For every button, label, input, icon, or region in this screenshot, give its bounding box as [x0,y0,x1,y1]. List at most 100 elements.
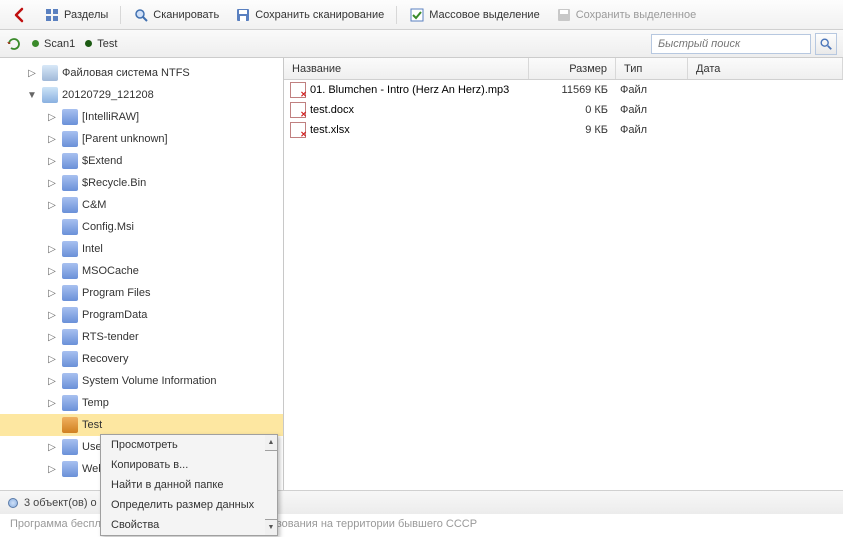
quick-search-input[interactable] [651,34,811,54]
back-button[interactable] [6,4,34,26]
folder-icon [62,307,78,323]
search-button[interactable] [815,33,837,55]
refresh-icon[interactable] [6,36,22,52]
tree-item[interactable]: ▷ RTS-tender [0,326,283,348]
arrow-left-icon [12,7,28,23]
tree-item[interactable]: ▷ $Recycle.Bin [0,172,283,194]
folder-icon [62,329,78,345]
tree-item[interactable]: ▷ Intel [0,238,283,260]
tab-status-dot-icon [85,40,92,47]
tab-test[interactable]: Test [85,38,117,50]
file-row[interactable]: 01. Blumchen - Intro (Herz An Herz).mp31… [284,80,843,100]
tree-item-label: $Extend [82,155,122,167]
folder-icon [62,197,78,213]
file-type: Файл [616,84,688,96]
tree-expander-icon[interactable]: ▷ [46,200,58,211]
tree-expander-icon[interactable]: ▷ [46,112,58,123]
file-icon [290,82,306,98]
tree-item[interactable]: ▷Program Files [0,282,283,304]
tree-item-label: Intel [82,243,103,255]
tree-item[interactable]: ▷ Recovery [0,348,283,370]
context-menu-item[interactable]: Определить размер данных [101,495,277,515]
tree-item-label: Recovery [82,353,128,365]
folder-icon [62,373,78,389]
tree-expander-icon[interactable]: ▼ [26,90,38,101]
main-toolbar: Разделы Сканировать Сохранить сканирован… [0,0,843,30]
file-pane: Название Размер Тип Дата 01. Blumchen - … [284,58,843,490]
context-menu-item[interactable]: Копировать в... [101,455,277,475]
tree-expander-icon[interactable]: ▷ [46,134,58,145]
tree-item[interactable]: ▷ProgramData [0,304,283,326]
tree-item-label: $Recycle.Bin [82,177,146,189]
context-menu-item[interactable]: Просмотреть [101,435,277,455]
tree-expander-icon[interactable]: ▷ [46,244,58,255]
tree-item[interactable]: ▷ $Extend [0,150,283,172]
tab-scan1[interactable]: Scan1 [32,38,75,50]
file-size: 11569 КБ [529,84,616,96]
tree-expander-icon[interactable]: ▷ [46,178,58,189]
tree-expander-icon[interactable]: ▷ [46,376,58,387]
tab-bar: Scan1 Test [0,30,843,58]
status-indicator-icon [8,498,18,508]
folder-tree[interactable]: ▷Файловая система NTFS▼20120729_121208▷[… [0,58,283,484]
column-header-size[interactable]: Размер [529,58,616,79]
scan-button[interactable]: Сканировать [127,4,225,26]
tree-expander-icon[interactable]: ▷ [46,464,58,475]
tree-expander-icon[interactable]: ▷ [46,332,58,343]
mass-select-icon [409,7,425,23]
tree-item[interactable]: ▼20120729_121208 [0,84,283,106]
tree-item-label: [Parent unknown] [82,133,168,145]
footer-right: ьзования на территории бывшего СССР [271,518,477,530]
folder-icon [62,131,78,147]
status-text: 3 объект(ов) о [24,497,97,509]
tree-expander-icon[interactable]: ▷ [46,156,58,167]
context-menu-item[interactable]: Найти в данной папке [101,475,277,495]
save-scan-label: Сохранить сканирование [255,9,384,21]
context-menu-item[interactable]: Свойства [101,515,277,535]
save-selected-button[interactable]: Сохранить выделенное [550,4,703,26]
save-scan-button[interactable]: Сохранить сканирование [229,4,390,26]
tree-item[interactable]: Config.Msi [0,216,283,238]
sections-button[interactable]: Разделы [38,4,114,26]
column-header-name[interactable]: Название [284,58,529,79]
tree-item[interactable]: ▷[IntelliRAW] [0,106,283,128]
save-selected-icon [556,7,572,23]
tree-item-label: RTS-tender [82,331,139,343]
tree-expander-icon[interactable]: ▷ [46,310,58,321]
file-type: Файл [616,104,688,116]
tree-expander-icon[interactable]: ▷ [26,68,38,79]
tree-expander-icon[interactable]: ▷ [46,288,58,299]
file-name: test.xlsx [310,124,350,136]
mass-select-button[interactable]: Массовое выделение [403,4,545,26]
context-scroll-up[interactable]: ▲ [265,434,278,451]
column-header-type[interactable]: Тип [616,58,688,79]
file-row[interactable]: test.xlsx9 КБФайл [284,120,843,140]
file-list[interactable]: 01. Blumchen - Intro (Herz An Herz).mp31… [284,80,843,140]
tree-item[interactable]: ▷MSOCache [0,260,283,282]
context-menu: ▲ ПросмотретьКопировать в...Найти в данн… [100,434,278,536]
column-header-date[interactable]: Дата [688,58,843,79]
tab-status-dot-icon [32,40,39,47]
file-type: Файл [616,124,688,136]
footer-left: Программа беспл [10,518,101,530]
scan-label: Сканировать [153,9,219,21]
disk-icon [42,65,58,81]
tree-expander-icon[interactable]: ▷ [46,354,58,365]
tree-item[interactable]: ▷Файловая система NTFS [0,62,283,84]
tree-item[interactable]: ▷System Volume Information [0,370,283,392]
magnifier-icon [819,37,833,51]
tree-item-label: C&M [82,199,106,211]
folder-icon [62,285,78,301]
save-icon [235,7,251,23]
tree-item[interactable]: ▷Temp [0,392,283,414]
tree-expander-icon[interactable]: ▷ [46,398,58,409]
context-scroll-down[interactable]: ▼ [265,519,278,536]
file-row[interactable]: test.docx0 КБФайл [284,100,843,120]
tree-item[interactable]: ▷ [Parent unknown] [0,128,283,150]
tree-expander-icon[interactable]: ▷ [46,442,58,453]
tree-item[interactable]: Test [0,414,283,436]
tree-expander-icon[interactable]: ▷ [46,266,58,277]
folder-icon [62,395,78,411]
file-size: 0 КБ [529,104,616,116]
tree-item[interactable]: ▷ C&M [0,194,283,216]
